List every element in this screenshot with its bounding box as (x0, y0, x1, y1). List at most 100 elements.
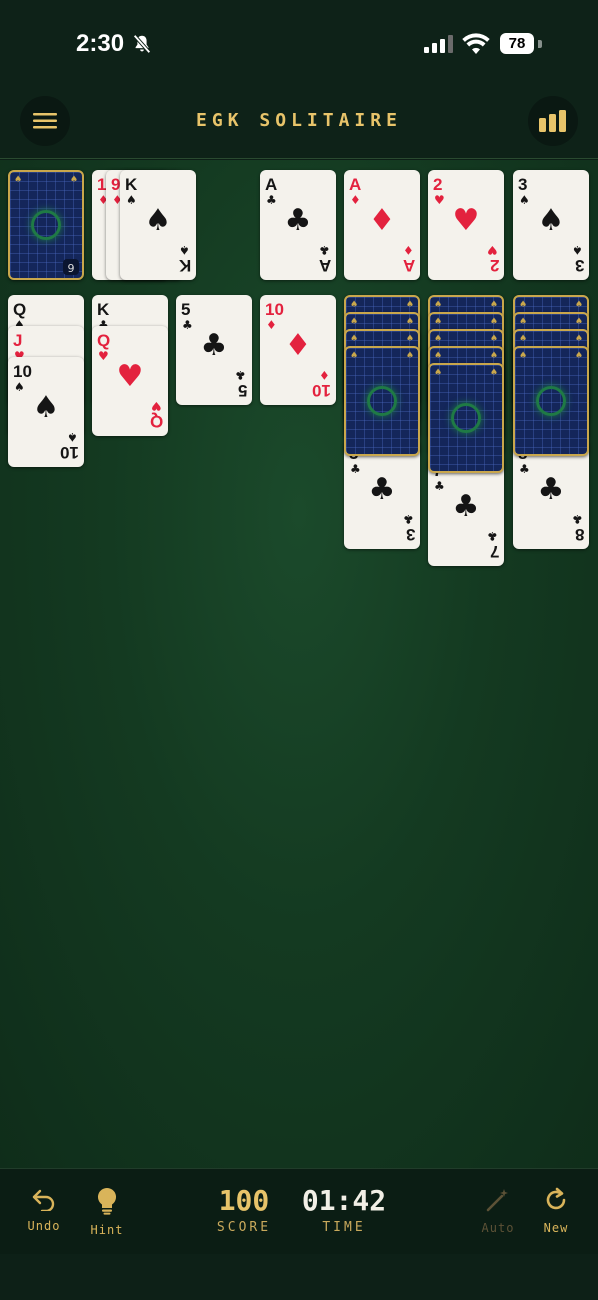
suit-pip-icon: ♠ (144, 203, 172, 238)
card-rank-bottom: 2 (489, 256, 499, 275)
suit-pip-icon: ♥ (452, 203, 480, 238)
waste-card[interactable]: K ♠ ♠ K ♠ (120, 170, 196, 280)
time-label: TIME (322, 1220, 366, 1235)
tableau-card[interactable]: 5 ♣ ♣ 5 ♣ (176, 295, 252, 405)
card-back-corner-icon: ♠ (519, 300, 528, 310)
score-display: 100 SCORE (210, 1184, 278, 1236)
suit-icon: ♥ (98, 349, 109, 363)
card-back-corner-icon: ♠ (574, 300, 583, 310)
card-back-corner-icon: ♠ (489, 334, 498, 344)
card-rank: 5 (181, 300, 191, 319)
tableau-face-down-card[interactable]: ♠ ♠ (428, 363, 504, 473)
tableau-card[interactable]: 10 ♦ ♦ 10 ♦ (260, 295, 336, 405)
card-rank-bottom: Q (149, 412, 163, 431)
card-back-corner-icon: ♠ (405, 317, 414, 327)
card-back-corner-icon: ♠ (69, 175, 78, 185)
suit-icon: ♠ (519, 193, 530, 207)
card-rank-bottom: 7 (489, 542, 499, 561)
foundation-pile[interactable]: A ♣ ♣ A ♣ (260, 170, 336, 280)
card-back-corner-icon: ♠ (489, 368, 498, 378)
card-rank-bottom: 10 (312, 381, 331, 400)
card-rank-bottom: A (402, 256, 415, 275)
foundation-pile[interactable]: 2 ♥ ♥ 2 ♥ (428, 170, 504, 280)
card-rank: Q (97, 331, 111, 350)
card-rank: Q (13, 300, 27, 319)
card-rank: 10 (265, 300, 284, 319)
card-back-corner-icon: ♠ (519, 334, 528, 344)
suit-icon-bottom: ♣ (235, 368, 246, 382)
card-back-corner-icon: ♠ (489, 317, 498, 327)
suit-icon-bottom: ♥ (487, 243, 498, 257)
card-rank-bottom: 5 (237, 381, 247, 400)
card-rank: A (349, 175, 362, 194)
auto-button[interactable]: Auto (468, 1187, 528, 1235)
cellular-signal-icon (424, 35, 453, 53)
card-back-corner-icon: ♠ (519, 351, 528, 361)
wifi-icon (462, 33, 490, 54)
card-rank-bottom: K (178, 256, 191, 275)
suit-pip-icon: ♣ (452, 489, 480, 524)
suit-icon: ♣ (350, 462, 361, 476)
hint-button[interactable]: Hint (77, 1187, 137, 1237)
card-back-corner-icon: ♠ (350, 334, 359, 344)
suit-icon: ♦ (266, 318, 277, 332)
suit-icon: ♣ (519, 462, 530, 476)
card-back-corner-icon: ♠ (489, 300, 498, 310)
card-back-corner-icon: ♠ (350, 317, 359, 327)
card-back-corner-icon: ♠ (434, 300, 443, 310)
stats-button[interactable] (528, 96, 578, 146)
card-rank: 10 (13, 362, 32, 381)
card-rank-bottom: 3 (405, 525, 415, 544)
score-label: SCORE (216, 1220, 272, 1235)
suit-icon: ♣ (434, 479, 445, 493)
suit-icon-bottom: ♠ (572, 243, 583, 257)
suit-icon: ♥ (434, 193, 445, 207)
stock-pile[interactable]: ♠ ♠ 6 (8, 170, 84, 280)
tableau-card[interactable]: 10 ♠ ♠ 10 ♠ (8, 357, 84, 467)
card-rank: 3 (518, 175, 528, 194)
suit-icon-bottom: ♣ (319, 243, 330, 257)
new-game-button[interactable]: New (526, 1187, 586, 1235)
suit-icon: ♦ (350, 193, 361, 207)
card-back-corner-icon: ♠ (350, 300, 359, 310)
battery-indicator: 78 (500, 33, 534, 54)
card-back-corner-icon: ♠ (14, 175, 23, 185)
tableau-face-down-card[interactable]: ♠ ♠ (344, 346, 420, 456)
undo-label: Undo (27, 1219, 61, 1233)
card-back-corner-icon: ♠ (434, 368, 443, 378)
undo-icon (32, 1189, 55, 1213)
suit-icon: ♣ (266, 193, 277, 207)
tableau-face-down-card[interactable]: ♠ ♠ (513, 346, 589, 456)
score-value: 100 (218, 1184, 270, 1217)
game-table: ♠♠61♦♦1♦9♦♦9♦K♠♠K♠A♣♣A♣A♦♦A♦2♥♥2♥3♠♠3♠Q♠… (0, 160, 598, 1168)
hint-label: Hint (90, 1223, 124, 1237)
suit-icon-bottom: ♣ (572, 512, 583, 526)
suit-icon: ♣ (182, 318, 193, 332)
foundation-pile[interactable]: 3 ♠ ♠ 3 ♠ (513, 170, 589, 280)
suit-pip-icon: ♠ (537, 203, 565, 238)
status-bar: 2:30 78 (0, 0, 598, 88)
card-back-corner-icon: ♠ (405, 334, 414, 344)
battery-nub (538, 40, 542, 48)
suit-pip-icon: ♣ (200, 328, 228, 363)
magic-wand-icon (486, 1189, 508, 1212)
suit-pip-icon: ♣ (368, 472, 396, 507)
suit-icon-bottom: ♦ (319, 368, 330, 382)
app-title: EGK SOLITAIRE (196, 110, 402, 131)
suit-pip-icon: ♠ (32, 390, 60, 425)
card-back-emblem-icon (536, 386, 566, 416)
suit-icon-bottom: ♥ (151, 399, 162, 413)
tableau-card[interactable]: Q ♥ ♥ Q ♥ (92, 326, 168, 436)
suit-icon: ♠ (126, 193, 137, 207)
undo-button[interactable]: Undo (14, 1187, 74, 1233)
card-rank-bottom: 3 (574, 256, 584, 275)
card-back-emblem-icon (31, 210, 61, 240)
card-rank: 2 (433, 175, 443, 194)
foundation-pile[interactable]: A ♦ ♦ A ♦ (344, 170, 420, 280)
auto-label: Auto (481, 1221, 515, 1235)
card-back-corner-icon: ♠ (574, 317, 583, 327)
time-value: 01:42 (301, 1184, 387, 1217)
home-indicator-area (0, 1254, 598, 1300)
card-back-corner-icon: ♠ (434, 334, 443, 344)
card-back-corner-icon: ♠ (405, 351, 414, 361)
